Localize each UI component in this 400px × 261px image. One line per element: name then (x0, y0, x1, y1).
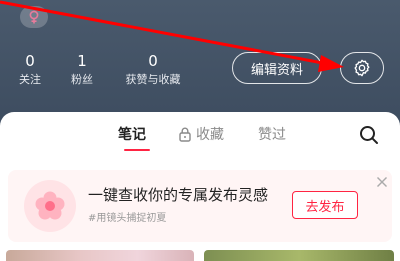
following-label: 关注 (19, 73, 41, 86)
publish-button[interactable]: 去发布 (292, 191, 358, 219)
settings-button[interactable] (340, 52, 384, 84)
note-thumbnail[interactable] (204, 250, 394, 261)
promo-title: 一键查收你的专属发布灵感 (88, 186, 269, 204)
tab-liked-label: 赞过 (258, 127, 286, 143)
likes-label: 获赞与收藏 (125, 73, 181, 86)
promo-subtitle: #用镜头捕捉初夏 (88, 213, 167, 224)
female-icon (29, 10, 39, 24)
stat-following[interactable]: 0 关注 (14, 52, 46, 88)
promo-icon-circle (24, 180, 76, 232)
tab-collections[interactable]: 收藏 (178, 122, 224, 146)
notes-feed (0, 250, 400, 261)
tab-notes-label: 笔记 (118, 127, 146, 143)
publish-inspiration-banner: 一键查收你的专属发布灵感 #用镜头捕捉初夏 去发布 (8, 170, 392, 242)
fans-label: 粉丝 (71, 73, 93, 86)
stat-fans[interactable]: 1 粉丝 (66, 52, 98, 88)
profile-header: 0 关注 1 粉丝 0 获赞与收藏 编辑资料 (0, 0, 400, 130)
tab-collections-label: 收藏 (196, 127, 224, 143)
profile-content: 笔记 收藏 赞过 一键查收你的专属发布灵感 #用镜头捕捉初夏 去发布 (0, 112, 400, 261)
stat-likes-collects[interactable]: 0 获赞与收藏 (118, 52, 188, 88)
tab-notes[interactable]: 笔记 (118, 122, 146, 146)
fans-count: 1 (77, 52, 87, 70)
tab-liked[interactable]: 赞过 (258, 122, 286, 146)
active-tab-indicator (124, 149, 150, 151)
lock-icon (179, 127, 191, 142)
edit-profile-button[interactable]: 编辑资料 (232, 52, 322, 84)
following-count: 0 (25, 52, 35, 70)
gender-badge (20, 6, 48, 28)
close-icon[interactable] (376, 176, 388, 188)
gear-icon (354, 59, 370, 77)
search-icon[interactable] (358, 124, 380, 146)
flower-icon (35, 191, 65, 220)
likes-count: 0 (148, 52, 158, 70)
note-thumbnail[interactable] (6, 250, 194, 261)
